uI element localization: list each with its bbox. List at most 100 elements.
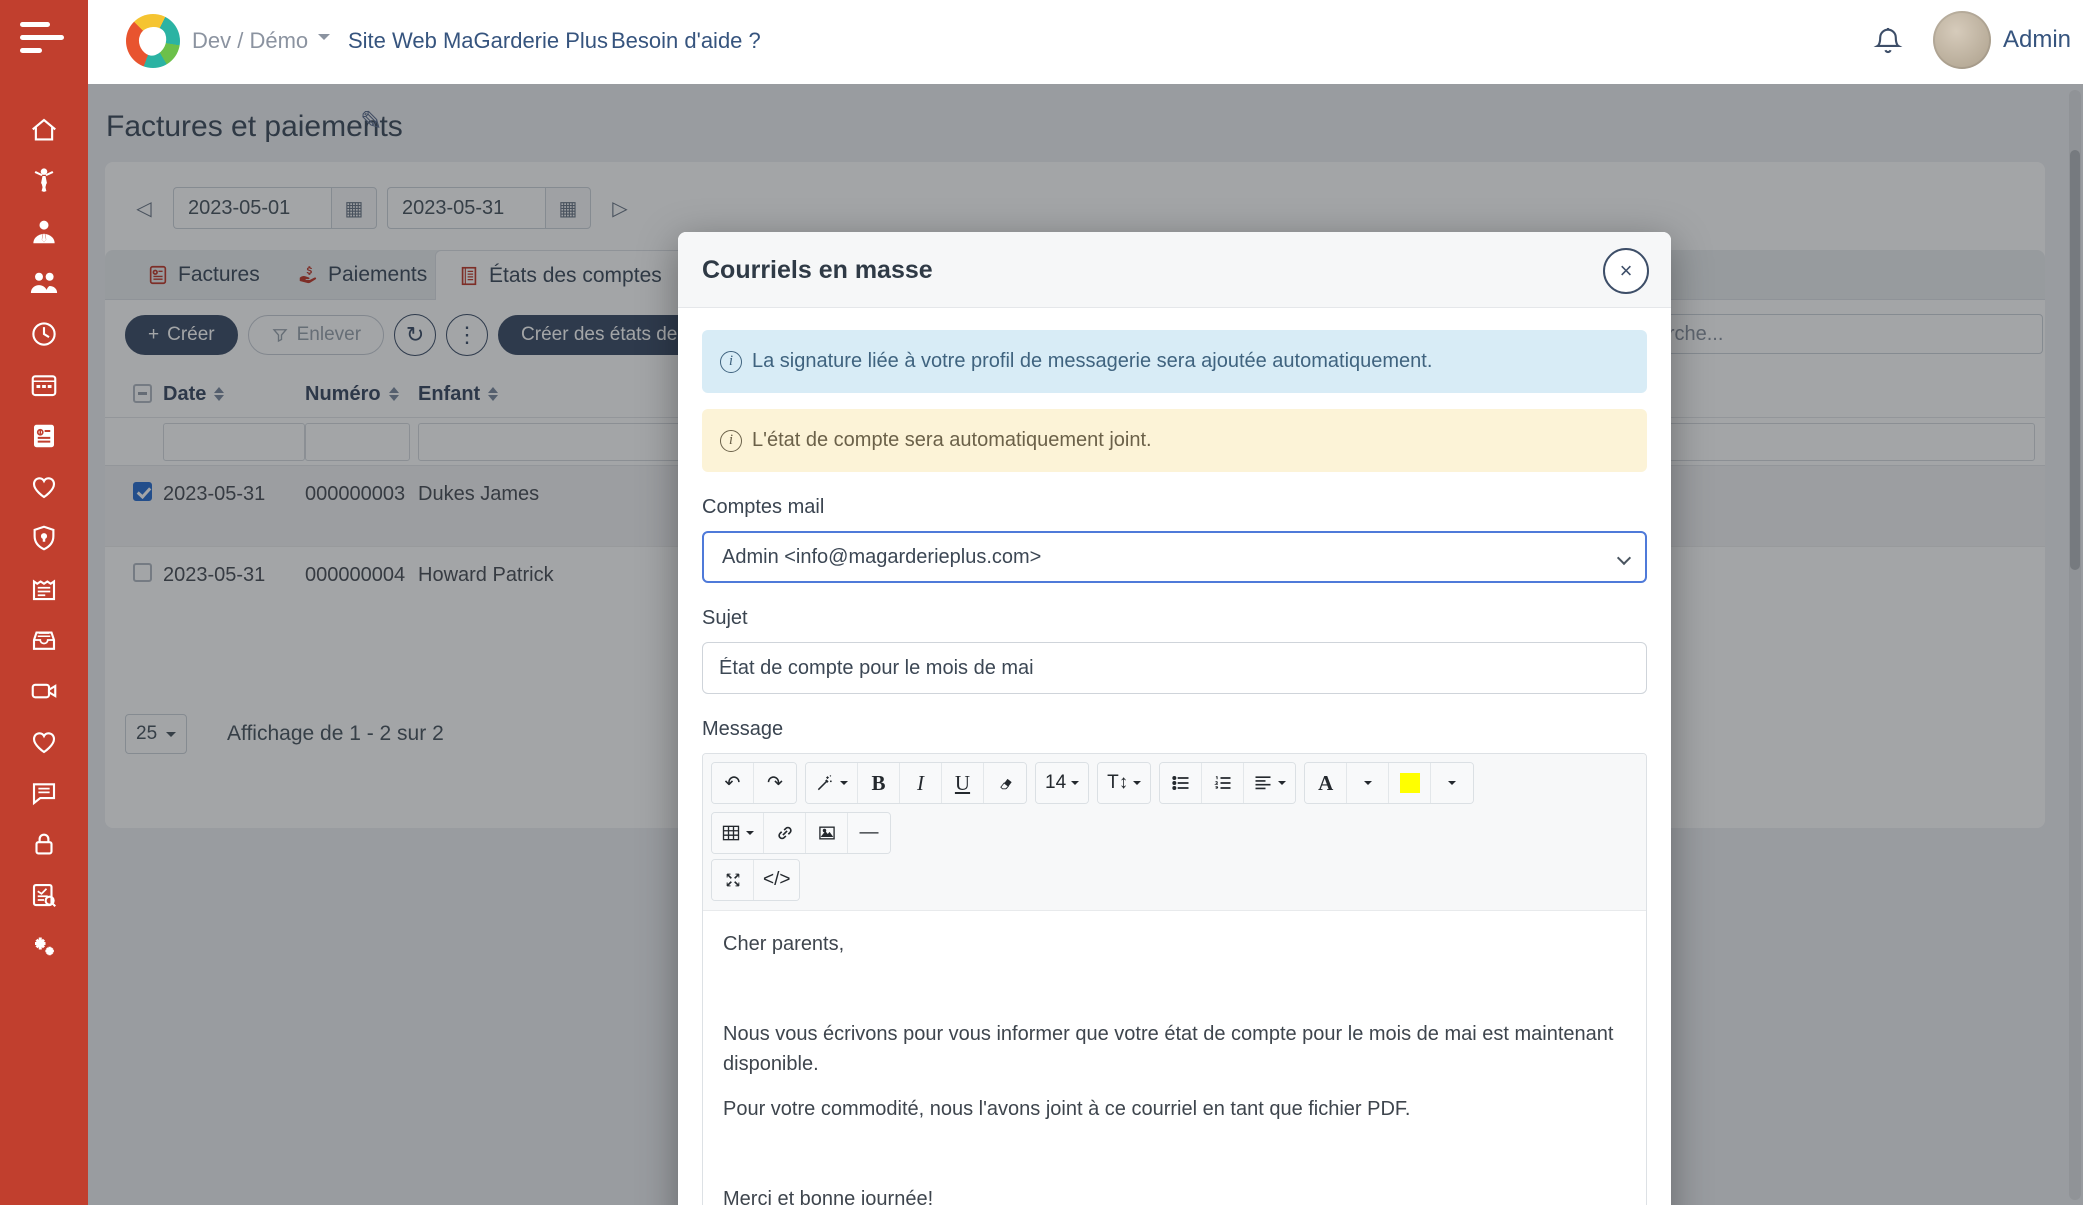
shield-icon — [29, 523, 59, 553]
notifications-bell-icon[interactable] — [1871, 24, 1905, 60]
link-website[interactable]: Site Web MaGarderie Plus — [348, 28, 608, 54]
underline-button[interactable]: U — [942, 763, 984, 803]
user-name[interactable]: Admin — [2003, 26, 2071, 54]
message-line — [723, 1139, 1626, 1169]
sidebar-item-settings[interactable] — [20, 928, 68, 964]
news-icon — [29, 574, 59, 604]
warning-alert: i L'état de compte sera automatiquement … — [702, 409, 1647, 472]
chat-icon — [29, 778, 59, 808]
message-label: Message — [702, 718, 1647, 741]
message-line: Nous vous écrivons pour vous informer qu… — [723, 1019, 1626, 1079]
org-switcher[interactable]: Dev / Démo — [192, 28, 330, 54]
subject-label: Sujet — [702, 607, 1647, 630]
inbox-icon — [29, 625, 59, 655]
message-line: Cher parents, — [723, 929, 1626, 959]
educator-icon — [29, 217, 59, 247]
home-icon — [29, 115, 59, 145]
modal-body: i La signature liée à votre profil de me… — [702, 308, 1647, 1205]
clock-icon — [29, 319, 59, 349]
close-button[interactable]: × — [1603, 248, 1649, 294]
mass-email-modal: Courriels en masse × i La signature liée… — [678, 232, 1671, 1205]
email-account-select[interactable]: Admin <info@magarderieplus.com> — [702, 531, 1647, 583]
font-color-dropdown[interactable] — [1347, 763, 1389, 803]
link-help[interactable]: Besoin d'aide ? — [611, 28, 761, 54]
sidebar-item-billing[interactable] — [20, 418, 68, 454]
sidebar-item-inbox[interactable] — [20, 622, 68, 658]
insert-hr-button[interactable]: — — [848, 813, 890, 853]
sidebar-item-educators[interactable] — [20, 214, 68, 250]
insert-link-button[interactable] — [764, 813, 806, 853]
heart-icon — [29, 472, 59, 502]
main-content: Factures et paiements ✎ ◁ ▦ ▦ ▷ Factures — [88, 84, 2083, 1205]
line-height-button[interactable]: T↕ — [1098, 763, 1150, 803]
code-view-icon: </> — [763, 869, 790, 891]
highlight-swatch-yellow — [1400, 773, 1420, 793]
video-camera-icon — [29, 676, 59, 706]
report-icon — [29, 880, 59, 910]
sidebar-item-permissions[interactable] — [20, 826, 68, 862]
sidebar-item-children[interactable] — [20, 163, 68, 199]
code-view-button[interactable]: </> — [754, 860, 799, 900]
sidebar — [0, 0, 88, 1205]
redo-icon: ↷ — [767, 772, 783, 795]
ol-icon — [1213, 773, 1233, 793]
style-magic-button[interactable] — [806, 763, 858, 803]
sidebar-item-health[interactable] — [20, 469, 68, 505]
sidebar-item-activities[interactable] — [20, 724, 68, 760]
sidebar-item-home[interactable] — [20, 112, 68, 148]
chevron-down-icon — [1617, 551, 1631, 565]
sidebar-item-calendar[interactable] — [20, 367, 68, 403]
sidebar-item-video[interactable] — [20, 673, 68, 709]
lock-icon — [29, 829, 59, 859]
italic-button[interactable]: I — [900, 763, 942, 803]
chevron-down-icon — [318, 34, 330, 46]
sidebar-item-messages[interactable] — [20, 775, 68, 811]
info-alert: i La signature liée à votre profil de me… — [702, 330, 1647, 393]
app: Dev / Démo Site Web MaGarderie Plus Beso… — [0, 0, 2083, 1205]
email-account-value: Admin <info@magarderieplus.com> — [722, 546, 1041, 569]
sidebar-item-documents[interactable] — [20, 571, 68, 607]
menu-toggle-icon[interactable] — [20, 22, 68, 62]
subject-input[interactable] — [702, 642, 1647, 694]
magic-wand-icon — [815, 773, 835, 793]
undo-button[interactable]: ↶ — [712, 763, 754, 803]
link-icon — [775, 823, 795, 843]
font-color-icon: A — [1318, 771, 1333, 796]
ul-icon — [1171, 773, 1191, 793]
message-line — [723, 974, 1626, 1004]
top-header: Dev / Démo Site Web MaGarderie Plus Beso… — [88, 0, 2083, 84]
redo-button[interactable]: ↷ — [754, 763, 796, 803]
ordered-list-button[interactable] — [1202, 763, 1244, 803]
font-color-button[interactable]: A — [1305, 763, 1347, 803]
align-icon — [1253, 773, 1273, 793]
insert-picture-button[interactable] — [806, 813, 848, 853]
paragraph-align-button[interactable] — [1244, 763, 1295, 803]
highlight-color-dropdown[interactable] — [1431, 763, 1473, 803]
people-icon — [29, 268, 59, 298]
fullscreen-button[interactable] — [712, 860, 754, 900]
sidebar-item-security[interactable] — [20, 520, 68, 556]
warning-icon: i — [720, 430, 742, 452]
insert-table-button[interactable] — [712, 813, 764, 853]
hr-icon: — — [860, 822, 879, 844]
app-logo[interactable] — [126, 14, 180, 68]
close-icon: × — [1620, 258, 1633, 284]
sidebar-item-families[interactable] — [20, 265, 68, 301]
info-alert-text: La signature liée à votre profil de mess… — [752, 350, 1432, 373]
sidebar-item-schedule[interactable] — [20, 316, 68, 352]
highlight-color-button[interactable] — [1389, 763, 1431, 803]
sidebar-item-reports[interactable] — [20, 877, 68, 913]
info-icon: i — [720, 351, 742, 373]
fullscreen-icon — [723, 870, 743, 890]
unordered-list-button[interactable] — [1160, 763, 1202, 803]
modal-title: Courriels en masse — [702, 256, 933, 285]
undo-icon: ↶ — [725, 772, 741, 795]
bold-button[interactable]: B — [858, 763, 900, 803]
modal-header: Courriels en masse × — [678, 232, 1671, 308]
accounts-label: Comptes mail — [702, 496, 1647, 519]
user-avatar[interactable] — [1933, 11, 1991, 69]
table-icon — [721, 823, 741, 843]
message-editable-area[interactable]: Cher parents, Nous vous écrivons pour vo… — [703, 911, 1646, 1205]
clear-format-button[interactable] — [984, 763, 1026, 803]
font-size-select[interactable]: 14 — [1036, 763, 1088, 803]
